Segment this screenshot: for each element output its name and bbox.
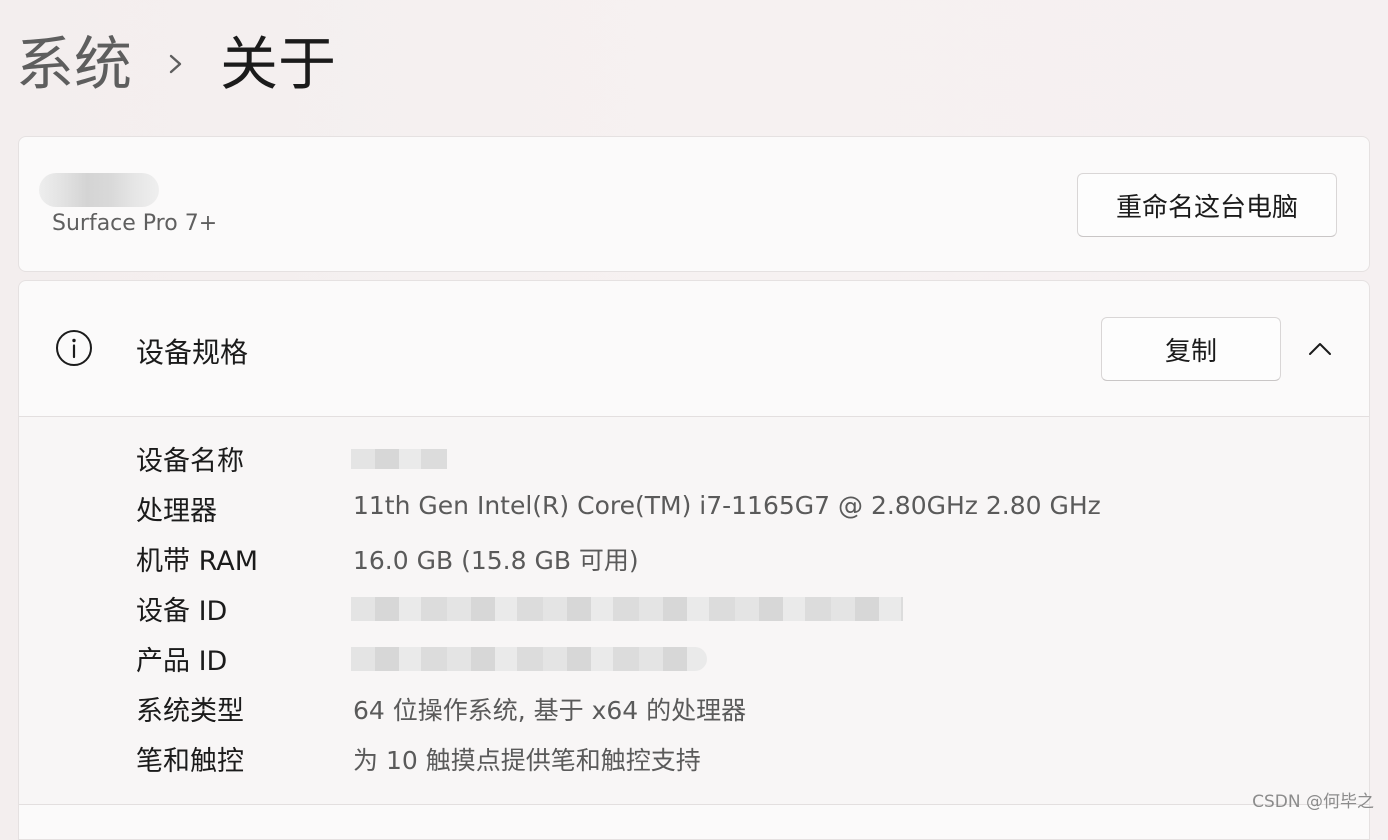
spec-row-system-type: 系统类型 64 位操作系统, 基于 x64 的处理器 — [19, 685, 1369, 731]
device-id-value-redacted — [351, 597, 903, 621]
spec-label: 机带 RAM — [136, 546, 259, 577]
device-name-redacted — [39, 173, 159, 207]
spec-row-ram: 机带 RAM 16.0 GB (15.8 GB 可用) — [19, 535, 1369, 581]
spec-label: 产品 ID — [136, 646, 228, 677]
spec-value: 为 10 触摸点提供笔和触控支持 — [353, 746, 701, 775]
watermark: CSDN @何毕之 — [1252, 792, 1374, 812]
spec-value: 16.0 GB (15.8 GB 可用) — [353, 546, 639, 575]
device-card: Surface Pro 7+ 重命名这台电脑 — [18, 136, 1370, 272]
spec-row-product-id: 产品 ID — [19, 635, 1369, 681]
device-specs-card: 设备规格 复制 设备名称 处理器 11th Gen Intel(R) Core(… — [18, 280, 1370, 840]
spec-row-device-id: 设备 ID — [19, 585, 1369, 631]
spec-label: 处理器 — [136, 496, 217, 527]
product-id-value-redacted — [351, 647, 707, 671]
spec-label: 系统类型 — [136, 696, 244, 727]
spec-label: 设备 ID — [136, 596, 228, 627]
device-specs-list: 设备名称 处理器 11th Gen Intel(R) Core(TM) i7-1… — [19, 417, 1369, 805]
rename-pc-button[interactable]: 重命名这台电脑 — [1077, 173, 1337, 237]
breadcrumb-system-link[interactable]: 系统 — [16, 35, 132, 93]
spec-label: 笔和触控 — [136, 746, 244, 777]
spec-row-device-name: 设备名称 — [19, 435, 1369, 481]
breadcrumb: 系统 关于 — [16, 28, 336, 100]
chevron-right-icon — [162, 50, 190, 78]
spec-value: 64 位操作系统, 基于 x64 的处理器 — [353, 696, 747, 725]
device-name-value-redacted — [351, 449, 447, 469]
chevron-up-icon[interactable] — [1307, 336, 1333, 362]
device-specs-header[interactable]: 设备规格 复制 — [19, 281, 1369, 417]
spec-value: 11th Gen Intel(R) Core(TM) i7-1165G7 @ 2… — [353, 491, 1101, 520]
device-specs-title: 设备规格 — [136, 336, 249, 369]
page-title: 关于 — [220, 30, 337, 98]
copy-button[interactable]: 复制 — [1101, 317, 1281, 381]
spec-label: 设备名称 — [136, 446, 244, 477]
spec-row-pen-touch: 笔和触控 为 10 触摸点提供笔和触控支持 — [19, 735, 1369, 781]
info-icon — [55, 329, 93, 367]
device-model: Surface Pro 7+ — [52, 211, 218, 236]
spec-row-processor: 处理器 11th Gen Intel(R) Core(TM) i7-1165G7… — [19, 485, 1369, 531]
